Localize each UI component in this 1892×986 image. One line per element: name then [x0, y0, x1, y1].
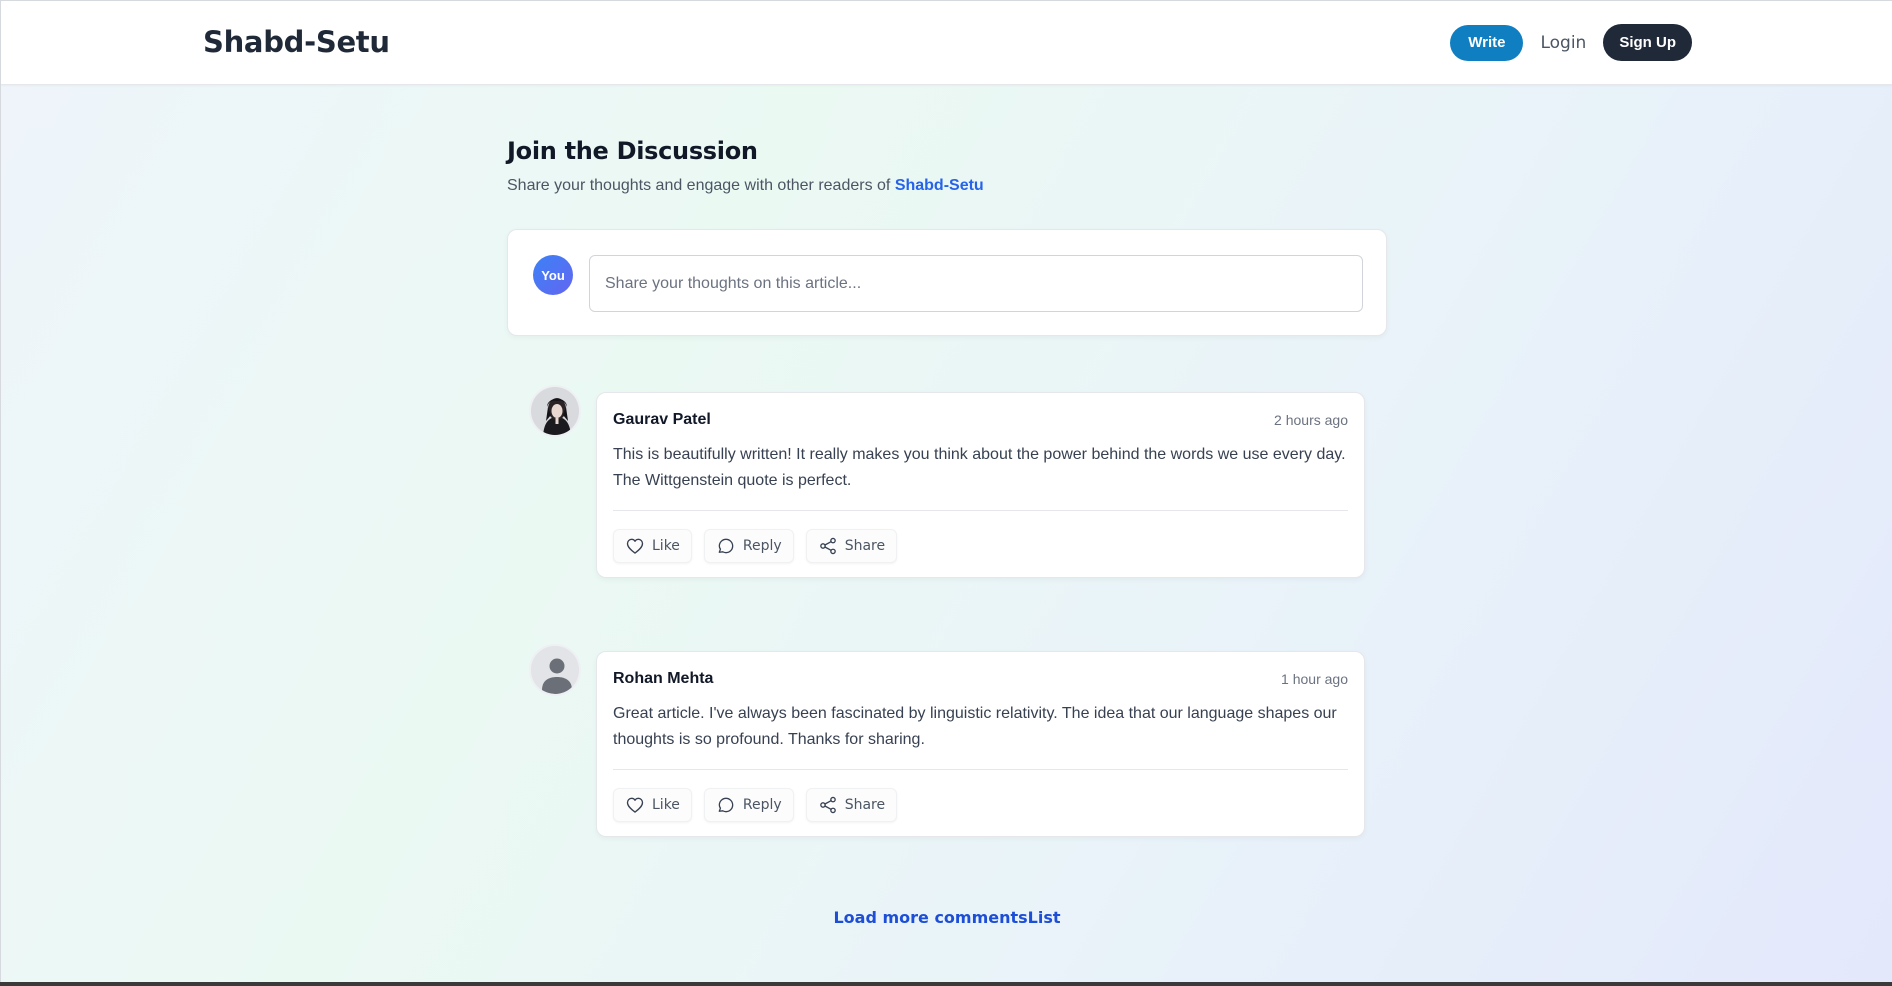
share-label: Share [844, 538, 886, 554]
load-more-comments-link[interactable]: Load more commentsList [507, 908, 1387, 927]
comment-body: This is beautifully written! It really m… [613, 446, 1346, 489]
share-icon [819, 537, 836, 555]
heart-icon [626, 538, 644, 554]
portrait-photo-icon [531, 387, 579, 435]
default-user-icon [531, 646, 579, 694]
share-button[interactable]: Share [805, 788, 898, 822]
reply-button[interactable]: Reply [703, 788, 794, 822]
write-button[interactable]: Write [1450, 24, 1524, 61]
avatar [529, 644, 581, 696]
divider [613, 510, 1348, 511]
nav-actions: Write Login Sign Up [1450, 24, 1692, 61]
comment-input[interactable] [589, 255, 1363, 312]
comment-author[interactable]: Gaurav Patel [613, 411, 711, 429]
like-button[interactable]: Like [613, 529, 692, 563]
like-label: Like [652, 797, 680, 813]
comment-actions: Like Reply Share [613, 529, 1348, 563]
comment-header: Gaurav Patel 2 hours ago [613, 411, 1348, 429]
share-label: Share [844, 797, 886, 813]
page-title: Join the Discussion [507, 137, 758, 165]
share-icon [819, 796, 836, 814]
like-label: Like [652, 538, 680, 554]
discussion-subtitle: Share your thoughts and engage with othe… [507, 177, 1387, 195]
like-button[interactable]: Like [613, 788, 692, 822]
comment-author[interactable]: Rohan Mehta [613, 670, 713, 688]
comment-body: Great article. I've always been fascinat… [613, 705, 1337, 748]
comment-timestamp: 2 hours ago [1274, 412, 1348, 428]
discussion-section: Join the Discussion Share your thoughts … [507, 137, 1387, 927]
speech-bubble-icon [718, 797, 734, 813]
share-button[interactable]: Share [805, 529, 898, 563]
current-user-avatar: You [533, 255, 573, 295]
comment-actions: Like Reply Share [613, 788, 1348, 822]
login-link[interactable]: Login [1540, 33, 1586, 53]
avatar [529, 385, 581, 437]
reply-button[interactable]: Reply [703, 529, 794, 563]
reply-label: Reply [742, 538, 782, 554]
comment-composer: You [507, 229, 1387, 336]
comment-header: Rohan Mehta 1 hour ago [613, 670, 1348, 688]
divider [613, 769, 1348, 770]
site-logo[interactable]: Shabd-Setu [203, 25, 390, 59]
brand-link[interactable]: Shabd-Setu [895, 177, 984, 194]
top-navbar: Shabd-Setu Write Login Sign Up [1, 1, 1892, 85]
subtitle-text: Share your thoughts and engage with othe… [507, 177, 895, 194]
reply-label: Reply [742, 797, 782, 813]
comment-card: Gaurav Patel 2 hours ago This is beautif… [596, 392, 1365, 578]
speech-bubble-icon [718, 538, 734, 554]
signup-button[interactable]: Sign Up [1603, 24, 1692, 61]
page: Shabd-Setu Write Login Sign Up Join the … [0, 0, 1892, 982]
comment-card: Rohan Mehta 1 hour ago Great article. I'… [596, 651, 1365, 837]
heart-icon [626, 797, 644, 813]
comment-timestamp: 1 hour ago [1281, 671, 1348, 687]
